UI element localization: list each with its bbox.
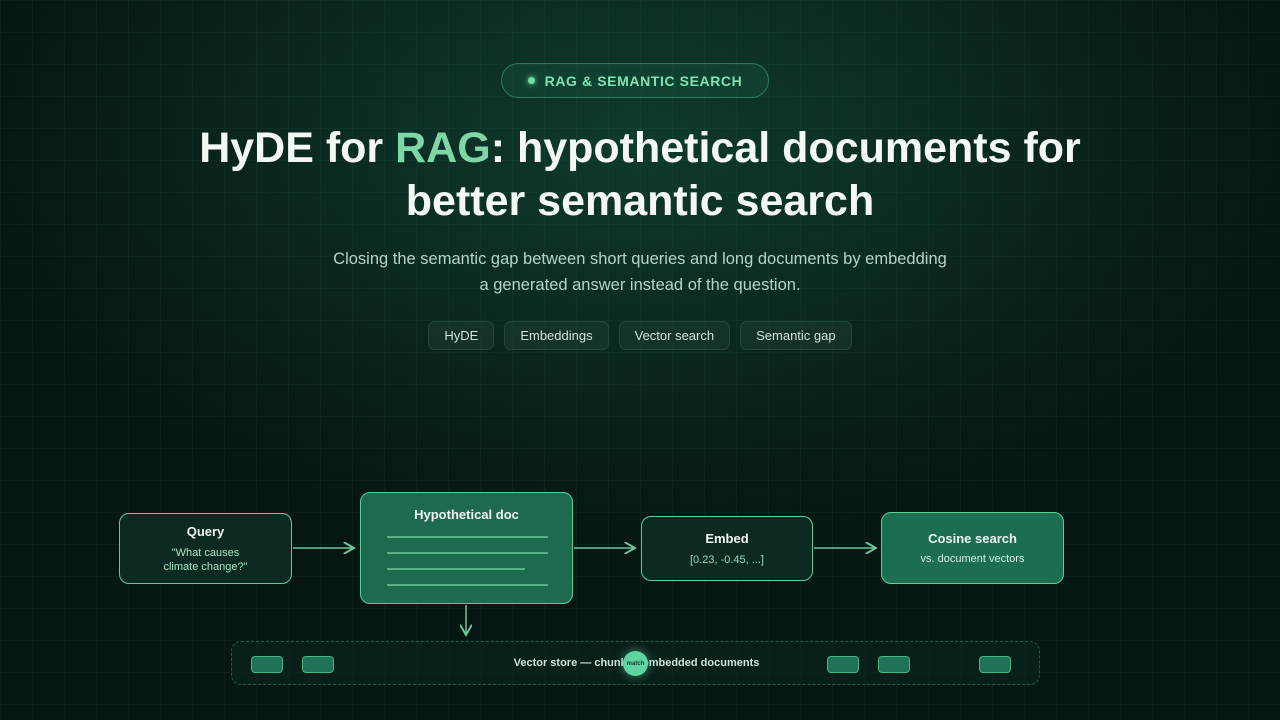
query-text-line-2: climate change?": [163, 560, 248, 573]
embed-vector: [0.23, -0.45, ...]: [690, 553, 764, 566]
query-node: Query "What causes climate change?": [119, 513, 292, 584]
doc-line-1: [387, 536, 548, 538]
cosine-search-node: Cosine search vs. document vectors: [881, 512, 1064, 584]
diagram-connectors: [293, 0, 1280, 720]
embed-node: Embed [0.23, -0.45, ...]: [641, 516, 813, 581]
query-title: Query: [186, 523, 225, 539]
embed-title: Embed: [705, 530, 749, 546]
cosine-search-text: vs. document vectors: [920, 552, 1025, 565]
vector-store: Vector store — chunked embedded document…: [231, 641, 1040, 685]
query-text-line-1: "What causes: [171, 546, 240, 559]
doc-line-2: [387, 552, 548, 554]
doc-line-4: [387, 584, 548, 586]
hypothetical-doc-title: Hypothetical doc: [414, 507, 519, 522]
match-marker: match: [623, 651, 648, 676]
doc-line-3: [387, 568, 525, 570]
hypothetical-doc-node: Hypothetical doc: [360, 492, 573, 604]
cosine-search-title: Cosine search: [928, 530, 1017, 546]
query-text: "What causes climate change?": [163, 546, 247, 574]
